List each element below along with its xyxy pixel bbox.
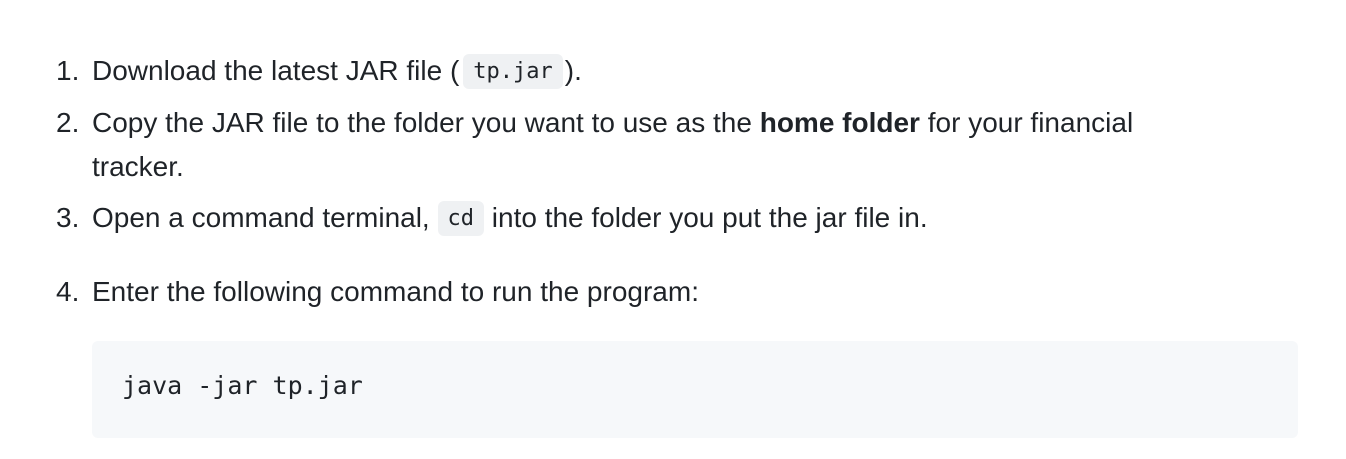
step-number: 1. [56, 55, 80, 86]
step-number: 4. [56, 276, 80, 307]
step-number: 2. [56, 107, 80, 138]
step-text: Copy the JAR file to the folder you want… [92, 107, 760, 138]
instructions-list: 1. Download the latest JAR file (tp.jar).… [0, 0, 1346, 459]
bold-text: home folder [759, 107, 920, 138]
step-text: for your financial [919, 107, 1134, 138]
step-text: Download the latest JAR file ( [92, 55, 460, 86]
step-4: 4. Enter the following command to run the… [56, 270, 1306, 314]
step-text: Enter the following command to run the p… [92, 276, 699, 307]
inline-code: cd [437, 201, 484, 236]
command-text: java -jar tp.jar [122, 371, 363, 400]
code-block: java -jar tp.jar [92, 341, 1298, 438]
step-number: 3. [56, 202, 80, 233]
step-text: ). [564, 55, 582, 86]
step-text: into the folder you put the jar file in. [484, 202, 928, 233]
step-1: 1. Download the latest JAR file (tp.jar). [56, 49, 1306, 94]
step-2-continuation: tracker. [92, 151, 184, 182]
inline-code: tp.jar [463, 54, 563, 89]
step-2: 2. Copy the JAR file to the folder you wa… [56, 101, 1306, 145]
step-text: Open a command terminal, [92, 202, 438, 233]
step-3: 3. Open a command terminal, cd into the f… [56, 196, 1306, 241]
